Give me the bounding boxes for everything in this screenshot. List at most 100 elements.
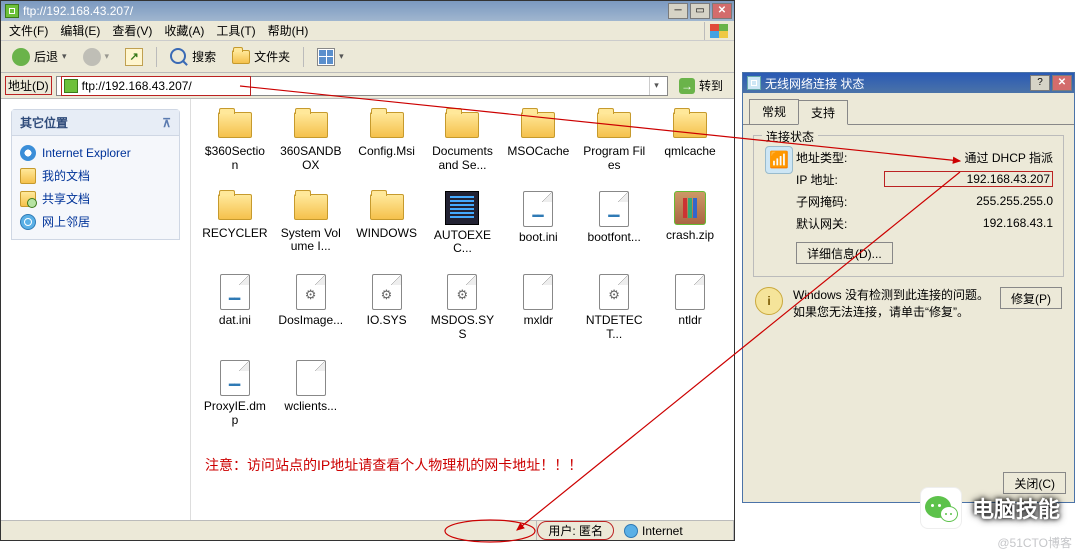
- forward-icon: [83, 48, 101, 66]
- internet-zone-icon: [624, 524, 638, 538]
- folders-button[interactable]: 文件夹: [225, 45, 297, 69]
- separator: [156, 47, 157, 67]
- up-button[interactable]: [118, 45, 150, 69]
- sysfile-icon: [447, 274, 477, 310]
- file-item[interactable]: IO.SYS: [349, 274, 425, 342]
- menu-file[interactable]: 文件(F): [3, 20, 54, 41]
- side-link[interactable]: 网上邻居: [20, 210, 171, 233]
- file-label: Config.Msi: [358, 145, 415, 159]
- explorer-window: ftp://192.168.43.207/ ─ ▭ ✕ 文件(F) 编辑(E) …: [0, 0, 735, 541]
- status-empty: [1, 521, 537, 540]
- tab-general[interactable]: 常规: [749, 99, 799, 124]
- file-item[interactable]: WINDOWS: [349, 191, 425, 257]
- file-item[interactable]: DosImage...: [273, 274, 349, 342]
- folder-icon: [368, 191, 406, 223]
- back-label: 后退: [34, 48, 58, 65]
- file-item[interactable]: AUTOEXEC...: [425, 191, 501, 257]
- annotation-note: 注意：访问站点的IP地址请查看个人物理机的网卡地址！！！: [205, 455, 728, 475]
- back-icon: [12, 48, 30, 66]
- file-label: Program Files: [581, 145, 647, 173]
- file-label: MSDOS.SYS: [429, 314, 495, 342]
- menu-view[interactable]: 查看(V): [106, 20, 158, 41]
- file-item[interactable]: ntldr: [652, 274, 728, 342]
- dialog-close-button[interactable]: ✕: [1052, 75, 1072, 91]
- file-item[interactable]: bootfont...: [576, 191, 652, 257]
- sysfile-icon: [599, 274, 629, 310]
- repair-button[interactable]: 修复(P): [1000, 287, 1062, 309]
- page-watermark: @51CTO博客: [997, 534, 1072, 551]
- address-bar: 地址(D) ftp://192.168.43.207/ ▾ → 转到: [1, 73, 734, 99]
- file-label: RECYCLER: [202, 227, 267, 241]
- folder-icon: [216, 191, 254, 223]
- menu-edit[interactable]: 编辑(E): [54, 20, 106, 41]
- file-item[interactable]: $360Section: [197, 109, 273, 173]
- file-item[interactable]: NTDETECT...: [576, 274, 652, 342]
- side-panel-header[interactable]: 其它位置 ⊼: [12, 110, 179, 136]
- file-item[interactable]: boot.ini: [500, 191, 576, 257]
- go-label: 转到: [699, 77, 723, 94]
- file-item[interactable]: dat.ini: [197, 274, 273, 342]
- close-button[interactable]: ✕: [712, 3, 732, 19]
- file-item[interactable]: mxldr: [500, 274, 576, 342]
- file-item[interactable]: MSDOS.SYS: [425, 274, 501, 342]
- menu-help[interactable]: 帮助(H): [262, 20, 315, 41]
- folder-icon: [232, 50, 250, 64]
- go-button[interactable]: → 转到: [672, 76, 730, 96]
- view-button[interactable]: ▾: [310, 45, 351, 69]
- wechat-icon: [920, 487, 962, 529]
- window-title: ftp://192.168.43.207/: [23, 4, 668, 18]
- menu-favorites[interactable]: 收藏(A): [158, 20, 210, 41]
- file-label: MSOCache: [507, 145, 569, 159]
- file-item[interactable]: Config.Msi: [349, 109, 425, 173]
- address-field[interactable]: ftp://192.168.43.207/ ▾: [56, 76, 668, 96]
- maximize-button[interactable]: ▭: [690, 3, 710, 19]
- search-button[interactable]: 搜索: [163, 45, 223, 69]
- file-label: wclients...: [284, 400, 337, 414]
- file-item[interactable]: RECYCLER: [197, 191, 273, 257]
- file-item[interactable]: ProxyIE.dmp: [197, 360, 273, 428]
- file-item[interactable]: wclients...: [273, 360, 349, 428]
- dialog-title: 无线网络连接 状态: [765, 75, 1030, 92]
- view-icon: [317, 48, 335, 66]
- forward-button[interactable]: ▾: [76, 45, 117, 69]
- wechat-watermark: 电脑技能: [920, 487, 1060, 529]
- folder-icon: [595, 109, 633, 141]
- details-button[interactable]: 详细信息(D)...: [796, 242, 893, 264]
- go-icon: →: [679, 78, 695, 94]
- menu-tools[interactable]: 工具(T): [210, 20, 261, 41]
- file-item[interactable]: System Volume I...: [273, 191, 349, 257]
- address-label: 地址(D): [5, 76, 52, 95]
- dialog-titlebar[interactable]: 无线网络连接 状态 ? ✕: [743, 73, 1074, 93]
- file-item[interactable]: 360SANDBOX: [273, 109, 349, 173]
- doc-icon: [20, 168, 36, 184]
- status-user: 用户: 匿名: [537, 521, 614, 540]
- file-icon: [523, 274, 553, 310]
- file-label: boot.ini: [519, 231, 558, 245]
- file-label: 360SANDBOX: [278, 145, 344, 173]
- back-button[interactable]: 后退 ▾: [5, 45, 74, 69]
- file-icon: [296, 360, 326, 396]
- file-label: qmlcache: [664, 145, 715, 159]
- folder-icon: [443, 109, 481, 141]
- file-label: bootfont...: [588, 231, 641, 245]
- folder-icon: [292, 191, 330, 223]
- file-item[interactable]: Documents and Se...: [425, 109, 501, 173]
- addr-type-label: 地址类型:: [796, 149, 884, 166]
- dialog-help-button[interactable]: ?: [1030, 75, 1050, 91]
- side-link[interactable]: 共享文档: [20, 187, 171, 210]
- file-label: Documents and Se...: [429, 145, 495, 173]
- file-item[interactable]: Program Files: [576, 109, 652, 173]
- minimize-button[interactable]: ─: [668, 3, 688, 19]
- address-dropdown-icon[interactable]: ▾: [649, 77, 663, 95]
- file-item[interactable]: qmlcache: [652, 109, 728, 173]
- status-bar: 用户: 匿名 Internet: [1, 520, 734, 540]
- titlebar[interactable]: ftp://192.168.43.207/ ─ ▭ ✕: [1, 1, 734, 21]
- side-link[interactable]: Internet Explorer: [20, 142, 171, 164]
- chevron-down-icon: ▾: [339, 51, 344, 62]
- file-list[interactable]: $360Section360SANDBOX Config.Msi Documents…: [191, 99, 734, 520]
- file-item[interactable]: MSOCache: [500, 109, 576, 173]
- side-link[interactable]: 我的文档: [20, 164, 171, 187]
- file-item[interactable]: crash.zip: [652, 191, 728, 257]
- ip-label: IP 地址:: [796, 171, 884, 188]
- tab-support[interactable]: 支持: [798, 100, 848, 125]
